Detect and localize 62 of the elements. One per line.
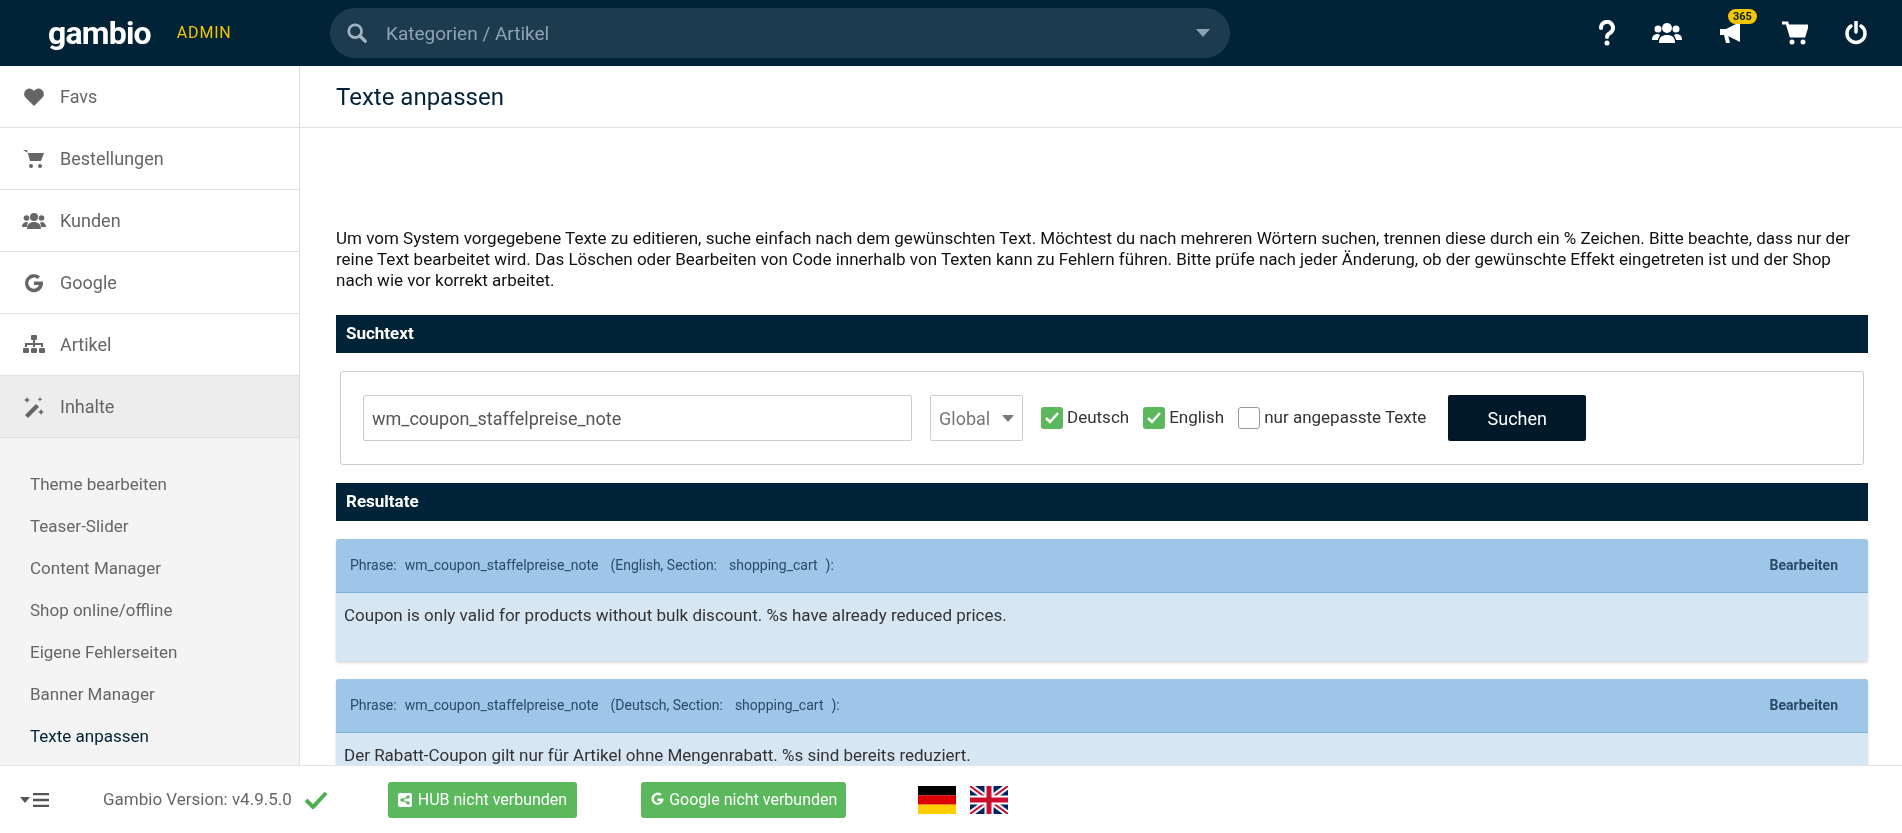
- submenu-item[interactable]: Shop online/offline: [0, 590, 299, 632]
- sidebar-item[interactable]: Artikel: [0, 314, 299, 376]
- checkbox-option[interactable]: nur angepasste Texte: [1238, 405, 1427, 431]
- checkbox-option[interactable]: English: [1143, 405, 1225, 431]
- submenu-item[interactable]: Texte anpassen: [0, 716, 299, 758]
- cart-icon[interactable]: [1782, 21, 1808, 45]
- caret-icon: [1002, 414, 1014, 422]
- language-label: (Deutsch, Section:: [610, 695, 723, 716]
- section-header: Suchtext: [336, 315, 1868, 353]
- phrase-label: Phrase:: [350, 556, 397, 575]
- submenu-item[interactable]: Content Manager: [0, 548, 299, 590]
- check-icon: [1146, 411, 1163, 425]
- sidebar-item[interactable]: Bestellungen: [0, 128, 299, 190]
- checkbox[interactable]: [1041, 407, 1063, 429]
- check-icon: [303, 790, 328, 809]
- users-icon[interactable]: [1652, 22, 1682, 44]
- power-icon[interactable]: [1844, 21, 1868, 45]
- bracket-text: ):: [825, 556, 834, 575]
- search-button[interactable]: Suchen: [1448, 395, 1587, 441]
- phrase-label: Phrase:: [350, 695, 397, 715]
- german-flag-icon[interactable]: [918, 785, 957, 814]
- logo[interactable]: gambio: [48, 17, 151, 49]
- edit-button[interactable]: Bearbeiten: [1769, 694, 1838, 716]
- submenu-item[interactable]: Eigene Fehlerseiten: [0, 632, 299, 674]
- sidebar-item[interactable]: Inhalte: [0, 376, 299, 438]
- phrase-text: Der Rabatt-Coupon gilt nur für Artikel ohne Mengenrabatt. %s sind bereits reduziert.: [344, 743, 972, 765]
- section-header: Resultate: [336, 483, 1868, 521]
- sidebar-item[interactable]: Kunden: [0, 190, 299, 252]
- submenu-item[interactable]: Banner Manager: [0, 674, 299, 716]
- submenu-item[interactable]: Theme bearbeiten: [0, 464, 299, 506]
- phrase-text: Coupon is only valid for products without bulk discount. %s have already reduced prices.: [344, 604, 1008, 627]
- menu-icon: [33, 792, 49, 807]
- google-icon: [650, 792, 666, 807]
- caret-icon: [1196, 29, 1210, 37]
- notification-badge: 365: [1728, 9, 1757, 24]
- sidebar-item[interactable]: Google: [0, 252, 299, 314]
- help-icon[interactable]: [1598, 20, 1616, 46]
- share-icon: [397, 792, 412, 807]
- menu-toggle[interactable]: [20, 792, 49, 807]
- intro-paragraph: Um vom System vorgegebene Texte zu editieren, suche einfach nach dem gewünschten Text. Möchtest du nach mehreren Wörtern suchen, trennen diese durch ein % Zeichen. Bitte beachte, dass nur der reine Text bearbeitet wird. Das Löschen oder Bearbeiten von Code innerhalb von Texten kann zu Fehlern führen. Bitte prüfe nach jeder Änderung, ob der gewünschte Effekt eingetreten ist und der Shop nach wie vor korrekt arbeitet.: [336, 228, 1851, 291]
- search-field[interactable]: Kategorien / Artikel: [330, 8, 1230, 58]
- phrase-key: wm_coupon_staffelpreise_note: [404, 694, 599, 716]
- section-name: shopping_cart: [729, 556, 818, 575]
- phrase-key: wm_coupon_staffelpreise_note: [404, 555, 599, 576]
- search-text-field[interactable]: wm_coupon_staffelpreise_note: [363, 395, 912, 441]
- checkbox-option[interactable]: Deutsch: [1041, 405, 1130, 431]
- section-name: shopping_cart: [734, 695, 824, 715]
- page-title: Texte anpassen: [336, 81, 504, 113]
- check-icon: [1044, 411, 1060, 425]
- version-label: Gambio Version: v4.9.5.0: [103, 787, 292, 811]
- checkbox[interactable]: [1143, 407, 1166, 429]
- sidebar-item[interactable]: Favs: [0, 66, 299, 128]
- edit-button[interactable]: Bearbeiten: [1769, 555, 1838, 576]
- search-icon: [346, 22, 368, 44]
- submenu-item[interactable]: Teaser-Slider: [0, 506, 299, 548]
- bracket-text: ):: [831, 695, 840, 715]
- caret-icon: [20, 796, 30, 803]
- scope-select[interactable]: Global: [930, 395, 1023, 441]
- admin-label: ADMIN: [176, 22, 232, 44]
- checkbox[interactable]: [1238, 407, 1261, 429]
- language-label: (English, Section:: [610, 556, 717, 576]
- british-flag-icon[interactable]: [970, 785, 1009, 814]
